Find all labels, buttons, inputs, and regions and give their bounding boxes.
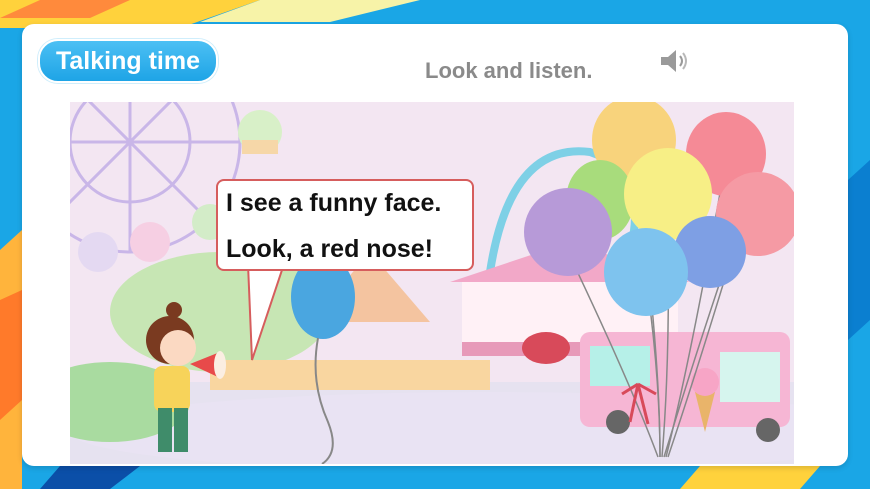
talking-time-badge: Talking time [38,39,218,83]
amusement-park-illustration [70,102,794,464]
badge-label: Talking time [55,46,200,75]
speech-bubble: I see a funny face. Look, a red nose! [216,179,474,271]
speech-bubble-tail [246,264,286,361]
instruction-text: Look and listen. [425,58,593,83]
speech-line-1: I see a funny face. [226,189,442,217]
speaker-icon[interactable] [658,46,690,76]
scene-drawing [70,102,794,464]
speech-line-2: Look, a red nose! [226,235,433,263]
